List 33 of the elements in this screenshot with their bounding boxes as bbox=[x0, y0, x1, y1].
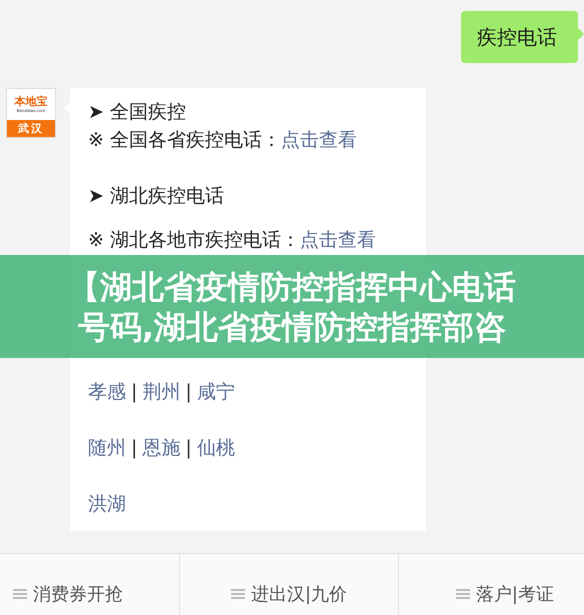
view-link[interactable]: 点击查看 bbox=[280, 126, 357, 154]
banner-title: 号码,湖北省疫情防控指挥部咨 bbox=[78, 306, 506, 346]
arrow-bullet: ➤ bbox=[88, 184, 104, 209]
avatar-brand: 本地宝 bbox=[14, 96, 48, 108]
city-link[interactable]: 孝感 bbox=[88, 378, 126, 406]
view-link[interactable]: 点击查看 bbox=[300, 226, 376, 254]
banner-title: 【湖北省疫情防控指挥中心电话 bbox=[68, 266, 516, 306]
menu-item[interactable]: 进出汉|九价 bbox=[179, 554, 398, 615]
city-link[interactable]: 仙桃 bbox=[196, 434, 235, 462]
city-link[interactable]: 荆州 bbox=[142, 378, 180, 406]
reference-mark: ※ bbox=[88, 128, 104, 153]
menu-icon bbox=[230, 588, 245, 600]
menu-item[interactable]: 落户|考证 bbox=[398, 554, 584, 615]
city-link[interactable]: 咸宁 bbox=[196, 378, 235, 406]
city-link[interactable]: 恩施 bbox=[142, 434, 180, 462]
separator: | bbox=[131, 436, 138, 461]
menu-icon bbox=[456, 588, 470, 600]
reference-mark: ※ bbox=[88, 228, 104, 253]
arrow-bullet: ➤ bbox=[88, 100, 104, 125]
section-heading: 湖北疾控电话 bbox=[110, 184, 224, 209]
city-link[interactable]: 洪湖 bbox=[88, 490, 126, 518]
city-link[interactable]: 随州 bbox=[88, 434, 126, 462]
bubble-tail bbox=[578, 28, 584, 40]
menu-item[interactable]: 消费券开抢 bbox=[0, 554, 179, 615]
separator: | bbox=[131, 380, 138, 405]
section-heading: 全国疾控 bbox=[110, 100, 186, 125]
separator: | bbox=[185, 436, 192, 461]
note-text: 全国各省疾控电话： bbox=[110, 128, 281, 153]
separator: | bbox=[185, 380, 192, 405]
sent-message-bubble: 疾控电话 bbox=[461, 11, 578, 63]
note-text: 湖北各地市疾控电话： bbox=[110, 228, 300, 253]
avatar-city: 武汉 bbox=[7, 120, 55, 137]
menu-icon bbox=[13, 588, 27, 600]
